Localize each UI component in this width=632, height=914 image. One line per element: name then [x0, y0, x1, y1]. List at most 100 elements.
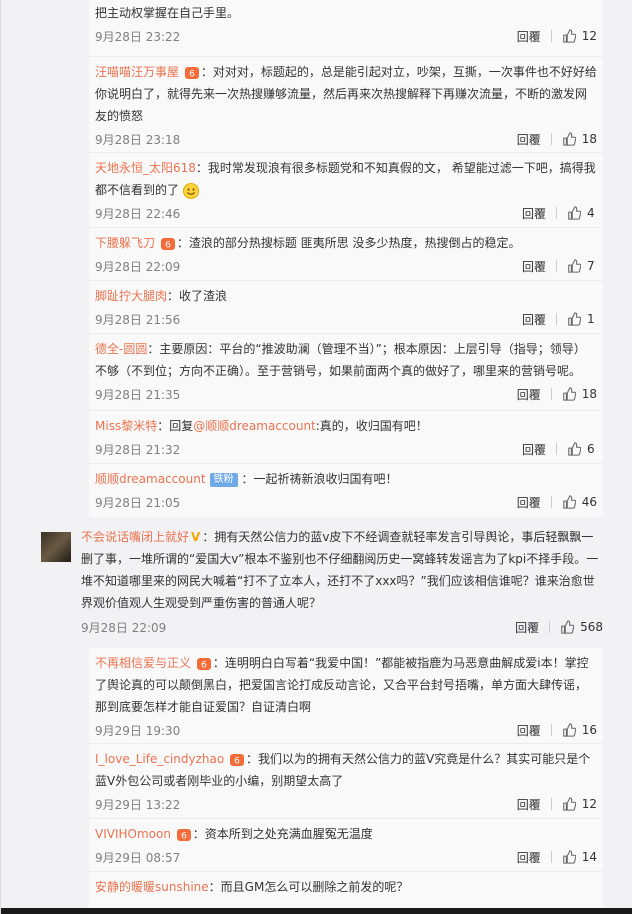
username-link[interactable]: 天地永恒_太阳618 [95, 161, 196, 175]
reply-meta: 9月29日 13:22 回覆 12 [95, 792, 597, 816]
username-link[interactable]: 脚趾拧大腿肉 [95, 289, 167, 303]
reply-text: 主要原因：平台的“推波助澜（管理不当）”；根本原因：上层引导（指导；领导）不够（… [95, 342, 586, 378]
username-link[interactable]: 不再相信爱与正义 [95, 656, 191, 670]
like-count: 18 [581, 132, 597, 146]
mention-link[interactable]: @顺顺dreamaccount [193, 419, 316, 433]
username-link[interactable]: 不会说话嘴闭上就好 [81, 530, 189, 544]
reply-button[interactable]: 回覆 [517, 131, 541, 148]
svg-text:6: 6 [201, 660, 207, 670]
reply-text: 收了渣浪 [179, 289, 228, 303]
list-item: 安静的暖暖sunshine：而且GM怎么可以删除之前发的呢？ [95, 880, 409, 894]
thumbs-up-icon [568, 312, 581, 326]
reply-meta: 9月28日 21:32 回覆 6 [95, 437, 597, 461]
divider [550, 724, 552, 736]
timestamp: 9月29日 08:57 [95, 850, 181, 865]
reply-button[interactable]: 回覆 [517, 849, 541, 866]
reply-button[interactable]: 回覆 [522, 258, 546, 275]
divider [549, 621, 551, 633]
reply-prefix: 回复 [169, 419, 194, 433]
divider [556, 260, 557, 272]
like-count: 18 [581, 387, 597, 401]
svg-text:6: 6 [181, 831, 187, 841]
reply-button[interactable]: 回覆 [515, 619, 539, 636]
reply-text: 渣浪的部分热搜标题 匪夷所思 没多少热度，热搜倒占的稳定。 [188, 236, 521, 250]
like-button[interactable]: 14 [562, 850, 597, 864]
yellow-v-icon: V [191, 530, 201, 544]
divider [550, 798, 552, 810]
reply-meta: 9月28日 23:22 回覆 12 [95, 24, 597, 48]
reply-button[interactable]: 回覆 [522, 205, 546, 222]
username-link[interactable]: 下腰躲飞刀 [95, 236, 155, 250]
like-button[interactable]: 46 [562, 495, 597, 509]
comment-meta: 9月28日 22:09 回覆 568 [81, 614, 603, 640]
thumbs-up-icon [568, 442, 581, 456]
timestamp: 9月28日 21:35 [95, 387, 181, 402]
reply-meta: 9月28日 23:18 回覆 18 [95, 127, 597, 151]
avatar[interactable] [41, 532, 71, 562]
list-item: 顺顺dreamaccount 铁粉 ：一起祈祷新浪收归国有吧！ 9月28日 21:0… [89, 464, 603, 517]
list-item: VIVIHOmoon 6 ：资本所到之处充满血腥冤无温度 9月29日 08:57 … [89, 819, 603, 872]
list-item: 德全-圆圆：主要原因：平台的“推波助澜（管理不当）”；根本原因：上层引导（指导；… [89, 334, 603, 411]
divider [556, 443, 557, 455]
reply-text: :真的，收归国有吧！ [315, 419, 428, 433]
reply-text: 一起祈祷新浪收归国有吧！ [253, 472, 398, 486]
like-button[interactable]: 12 [562, 29, 597, 43]
like-button[interactable]: 568 [560, 620, 603, 634]
list-item: Miss黎米特：回复@顺顺dreamaccount:真的，收归国有吧！ 9月28… [89, 411, 603, 464]
reply-button[interactable]: 回覆 [522, 311, 546, 328]
reply-button[interactable]: 回覆 [517, 386, 541, 403]
thumbs-up-icon [562, 387, 576, 401]
list-item: 天地永恒_太阳618：我时常发现浪有很多标题党和不知真假的文， 希望能过滤一下吧… [89, 153, 603, 228]
like-button[interactable]: 6 [567, 442, 597, 456]
fan-badge: 铁粉 [209, 472, 238, 487]
username-link[interactable]: 汪喵喵汪万事屋 [95, 65, 179, 79]
reply-meta: 9月28日 21:35 回覆 18 [95, 382, 597, 406]
username-link[interactable]: Miss黎米特 [95, 419, 157, 433]
thumbs-up-icon [562, 29, 576, 43]
like-button[interactable]: 12 [562, 797, 597, 811]
nested-replies-top: 把主动权掌握在自己手里。 9月28日 23:22 回覆 12 汪喵喵汪万事屋 6… [89, 0, 603, 517]
like-button[interactable]: 4 [567, 206, 597, 220]
timestamp: 9月28日 22:09 [95, 259, 181, 274]
like-button[interactable]: 18 [562, 387, 597, 401]
like-button[interactable]: 1 [567, 312, 597, 326]
reply-meta: 9月28日 22:09 回覆 7 [95, 254, 597, 278]
reply-button[interactable]: 回覆 [517, 796, 541, 813]
reply-button[interactable]: 回覆 [517, 494, 541, 511]
like-count: 568 [580, 620, 603, 634]
username-link[interactable]: I_love_Life_cindyzhao [95, 752, 224, 766]
divider [556, 207, 557, 219]
like-button[interactable]: 7 [567, 259, 597, 273]
like-button[interactable]: 18 [562, 132, 597, 146]
reply-text: 而且GM怎么可以删除之前发的呢？ [220, 880, 409, 894]
like-count: 16 [581, 723, 597, 737]
svg-text:6: 6 [189, 69, 195, 79]
divider [550, 851, 552, 863]
username-link[interactable]: 安静的暖暖sunshine [95, 880, 209, 894]
window-bottom-edge [1, 908, 632, 914]
thumbs-up-icon [562, 850, 576, 864]
list-item: 不再相信爱与正义 6 ：连明明白白写着“我爱中国！”都能被指鹿为马恶意曲解成爱i本… [89, 648, 603, 744]
like-count: 12 [581, 29, 597, 43]
username-link[interactable]: 顺顺dreamaccount [95, 472, 206, 486]
timestamp: 9月28日 21:05 [95, 495, 181, 510]
svg-text:6: 6 [234, 756, 240, 766]
svg-text:6: 6 [165, 240, 171, 250]
like-count: 1 [587, 312, 595, 326]
reply-meta: 9月28日 22:46 回覆 4 [95, 201, 597, 225]
divider [556, 313, 557, 325]
like-button[interactable]: 16 [562, 723, 597, 737]
username-link[interactable]: VIVIHOmoon [95, 827, 171, 841]
timestamp: 9月28日 21:32 [95, 442, 181, 457]
divider [550, 133, 552, 145]
nested-replies-bottom: 不再相信爱与正义 6 ：连明明白白写着“我爱中国！”都能被指鹿为马恶意曲解成爱i本… [89, 648, 603, 908]
thumbs-up-icon [561, 620, 575, 634]
reply-button[interactable]: 回覆 [517, 722, 541, 739]
reply-button[interactable]: 回覆 [522, 441, 546, 458]
reply-button[interactable]: 回覆 [517, 28, 541, 45]
list-item: 下腰躲飞刀 6 ：渣浪的部分热搜标题 匪夷所思 没多少热度，热搜倒占的稳定。 9月… [89, 228, 603, 281]
timestamp: 9月29日 13:22 [95, 797, 181, 812]
like-count: 6 [587, 442, 595, 456]
username-link[interactable]: 德全-圆圆 [95, 342, 147, 356]
main-comment: 不会说话嘴闭上就好 V ：拥有天然公信力的蓝v皮下不经调查就轻率发言引导舆论，事后轻… [81, 526, 603, 640]
